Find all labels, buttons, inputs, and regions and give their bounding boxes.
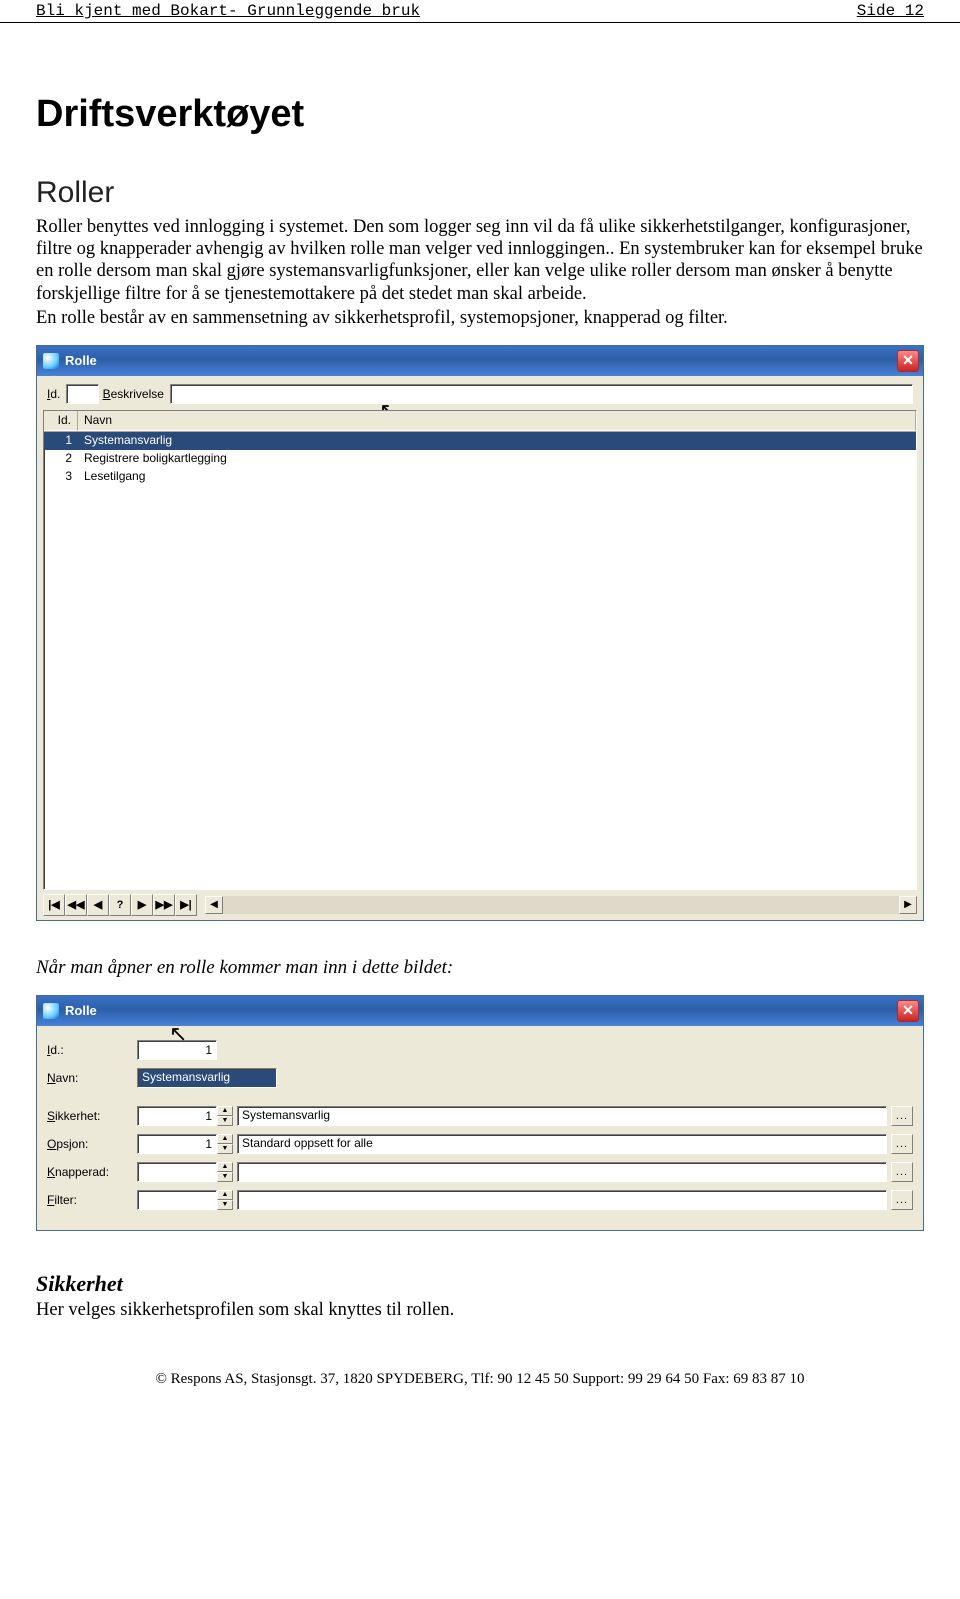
spin-down-icon: ▼	[217, 1200, 233, 1210]
table-row[interactable]: 3 Lesetilgang	[44, 468, 916, 486]
rolle-list-dialog: Rolle ✕ ↖ Id. Beskrivelse Id. Navn 1	[36, 345, 924, 921]
paragraph-sikkerhet: Her velges sikkerhetsprofilen som skal k…	[36, 1299, 924, 1321]
paragraph-2: En rolle består av en sammensetning av s…	[36, 307, 924, 329]
filter-stepper[interactable]: ▲▼	[217, 1190, 233, 1210]
hscrollbar[interactable]: ◀ ▶	[205, 896, 917, 914]
opsjon-label: Opsjon:	[47, 1137, 137, 1151]
filter-label: Filter:	[47, 1193, 137, 1207]
close-icon[interactable]: ✕	[897, 350, 919, 372]
filter-desc-field[interactable]	[237, 1190, 887, 1210]
window-title: Rolle	[65, 353, 97, 368]
heading-sikkerhet: Sikkerhet	[36, 1271, 924, 1297]
spin-up-icon: ▲	[217, 1162, 233, 1172]
rolle-grid[interactable]: Id. Navn 1 Systemansvarlig 2 Registrere …	[43, 410, 917, 890]
spin-up-icon: ▲	[217, 1190, 233, 1200]
col-header-name[interactable]: Navn	[78, 411, 916, 431]
filter-num-field[interactable]	[137, 1190, 217, 1210]
filter-desc-input[interactable]	[170, 384, 913, 404]
spin-down-icon: ▼	[217, 1172, 233, 1182]
nav-fastfwd-button[interactable]: ▶▶	[153, 894, 175, 916]
knapperad-label: Knapperad:	[47, 1165, 137, 1179]
opsjon-browse-button[interactable]: ...	[891, 1134, 913, 1154]
header-right: Side 12	[857, 2, 924, 20]
id-field[interactable]: 1	[137, 1040, 217, 1060]
rolle-form-dialog: Rolle ✕ ↖ Id.: 1 Navn: Systemansvarlig S…	[36, 995, 924, 1231]
table-row[interactable]: 1 Systemansvarlig	[44, 432, 916, 450]
app-icon	[43, 1003, 59, 1019]
nav-back-button[interactable]: ◀	[87, 894, 109, 916]
knapperad-stepper[interactable]: ▲▼	[217, 1162, 233, 1182]
titlebar[interactable]: Rolle ✕	[37, 996, 923, 1026]
scroll-left-icon[interactable]: ◀	[205, 896, 223, 914]
titlebar[interactable]: Rolle ✕	[37, 346, 923, 376]
paragraph-1: Roller benyttes ved innlogging i systeme…	[36, 216, 924, 305]
sikkerhet-browse-button[interactable]: ...	[891, 1106, 913, 1126]
id-label: Id.:	[47, 1043, 137, 1057]
close-icon[interactable]: ✕	[897, 1000, 919, 1022]
nav-fwd-button[interactable]: ▶	[131, 894, 153, 916]
col-header-id[interactable]: Id.	[44, 411, 78, 431]
heading-main: Driftsverktøyet	[36, 93, 924, 136]
sikkerhet-desc-field[interactable]: Systemansvarlig	[237, 1106, 887, 1126]
knapperad-num-field[interactable]	[137, 1162, 217, 1182]
sikkerhet-stepper[interactable]: ▲▼	[217, 1106, 233, 1126]
nav-first-button[interactable]: |◀	[43, 894, 65, 916]
filter-id-label: Id.	[47, 387, 60, 401]
opsjon-stepper[interactable]: ▲▼	[217, 1134, 233, 1154]
scroll-right-icon[interactable]: ▶	[899, 896, 917, 914]
spin-up-icon: ▲	[217, 1134, 233, 1144]
opsjon-desc-field[interactable]: Standard oppsett for alle	[237, 1134, 887, 1154]
spin-down-icon: ▼	[217, 1116, 233, 1126]
nav-last-button[interactable]: ▶|	[175, 894, 197, 916]
header-left: Bli kjent med Bokart- Grunnleggende bruk	[36, 2, 420, 20]
filter-desc-label: Beskrivelse	[103, 387, 164, 401]
navn-field[interactable]: Systemansvarlig	[137, 1068, 277, 1088]
filter-id-input[interactable]	[66, 384, 98, 404]
heading-roller: Roller	[36, 176, 924, 210]
window-title: Rolle	[65, 1003, 97, 1018]
nav-search-button[interactable]: ?	[109, 894, 131, 916]
page-footer: © Respons AS, Stasjonsgt. 37, 1820 SPYDE…	[36, 1371, 924, 1388]
caption-open-role: Når man åpner en rolle kommer man inn i …	[36, 957, 924, 979]
opsjon-num-field[interactable]: 1	[137, 1134, 217, 1154]
app-icon	[43, 353, 59, 369]
navn-label: Navn:	[47, 1071, 137, 1085]
knapperad-desc-field[interactable]	[237, 1162, 887, 1182]
spin-up-icon: ▲	[217, 1106, 233, 1116]
sikkerhet-label: Sikkerhet:	[47, 1109, 137, 1123]
spin-down-icon: ▼	[217, 1144, 233, 1154]
sikkerhet-num-field[interactable]: 1	[137, 1106, 217, 1126]
nav-fastback-button[interactable]: ◀◀	[65, 894, 87, 916]
table-row[interactable]: 2 Registrere boligkartlegging	[44, 450, 916, 468]
page-header: Bli kjent med Bokart- Grunnleggende bruk…	[0, 0, 960, 23]
filter-browse-button[interactable]: ...	[891, 1190, 913, 1210]
knapperad-browse-button[interactable]: ...	[891, 1162, 913, 1182]
